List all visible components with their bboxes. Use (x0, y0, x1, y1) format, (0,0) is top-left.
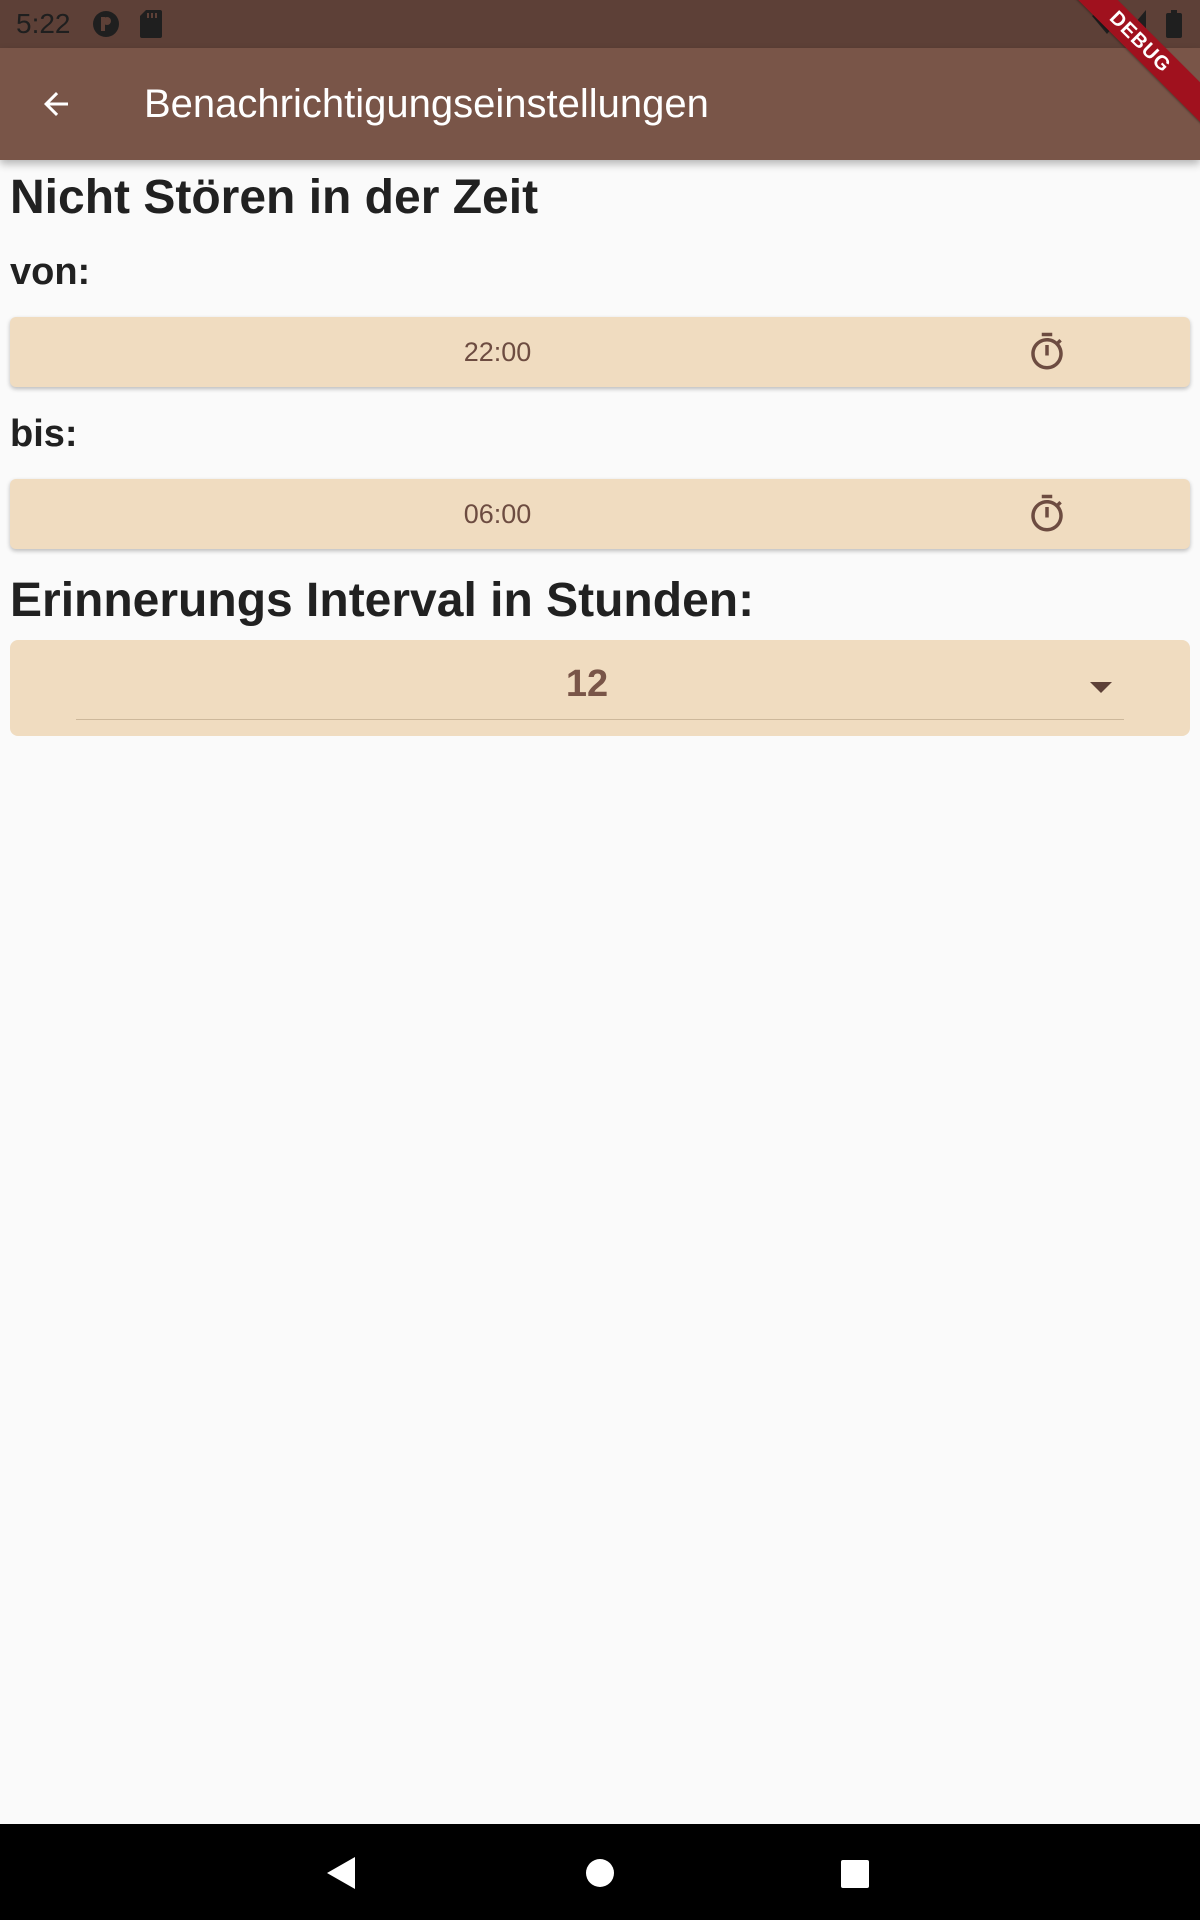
arrow-back-icon (44, 92, 68, 116)
system-nav-bar (0, 1824, 1200, 1920)
p-circle-icon (93, 11, 119, 37)
timer-icon (1031, 332, 1063, 370)
sd-card-icon (140, 10, 162, 38)
page-title: Benachrichtigungseinstellungen (144, 82, 709, 126)
app-bar: Benachrichtigungseinstellungen (0, 48, 1200, 160)
dropdown-underline (76, 719, 1124, 720)
reminder-interval-title: Erinnerungs Interval in Stunden: (10, 574, 755, 627)
status-bar: 5:22 (0, 0, 1200, 48)
dropdown-selected-value: 12 (565, 663, 609, 705)
from-time-button[interactable]: 22:00 (10, 317, 1190, 387)
to-time-value: 06:00 (463, 499, 532, 529)
nav-home-icon[interactable] (586, 1859, 614, 1887)
to-label: bis: (10, 413, 78, 455)
from-label: von: (10, 251, 91, 293)
from-time-value: 22:00 (463, 337, 532, 367)
battery-icon (1166, 10, 1182, 38)
to-time-button[interactable]: 06:00 (10, 479, 1190, 549)
back-button[interactable] (20, 72, 92, 136)
nav-back-icon[interactable] (327, 1857, 355, 1889)
status-time: 5:22 (16, 8, 71, 39)
arrow-drop-down-icon (1090, 682, 1112, 693)
do-not-disturb-title: Nicht Stören in der Zeit (10, 171, 539, 224)
timer-icon (1031, 494, 1063, 532)
reminder-interval-dropdown[interactable]: 12 (10, 640, 1190, 736)
nav-recents-icon[interactable] (841, 1860, 869, 1888)
